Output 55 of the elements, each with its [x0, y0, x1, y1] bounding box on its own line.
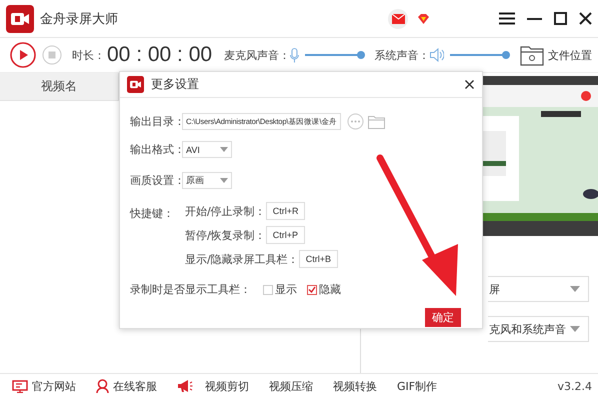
- record-button[interactable]: [10, 42, 36, 68]
- window-title: 金舟录屏大师: [40, 10, 118, 28]
- field-label: 画质设置：: [130, 173, 182, 188]
- volume-label: 系统声音：: [374, 48, 430, 62]
- mail-icon[interactable]: [388, 8, 408, 28]
- speaker-icon: [430, 48, 444, 62]
- footer-link[interactable]: 视频转换: [333, 378, 377, 394]
- duration-label: 时长：: [72, 48, 105, 62]
- dropdown-caret-icon: [220, 147, 228, 152]
- format-dropdown[interactable]: AVI: [182, 141, 232, 158]
- megaphone-icon: [177, 379, 193, 393]
- hotkey-field[interactable]: Ctrl+B: [298, 250, 338, 268]
- confirm-button[interactable]: 确定: [425, 308, 461, 327]
- footer-link[interactable]: 视频剪切: [177, 378, 249, 394]
- checkbox[interactable]: [263, 284, 273, 294]
- person-icon: [96, 379, 109, 393]
- hotkey-label: 显示/隐藏录屏工具栏：: [185, 252, 299, 266]
- volume-label: 麦克风声音：: [224, 48, 290, 62]
- quality-dropdown[interactable]: 原画: [182, 172, 232, 189]
- checkbox-label: 显示: [275, 282, 297, 297]
- checkbox-label: 隐藏: [319, 282, 341, 297]
- dialog-logo: [127, 76, 144, 93]
- dropdown-caret-icon: [570, 286, 580, 292]
- footer-link[interactable]: 视频压缩: [269, 378, 313, 394]
- diamond-icon: [418, 14, 429, 24]
- menu-icon[interactable]: [499, 12, 515, 25]
- dropdown-caret-icon: [220, 178, 228, 183]
- app-logo: [6, 4, 34, 32]
- hotkey-field[interactable]: Ctrl+P: [266, 226, 305, 244]
- dialog-title: 更多设置: [151, 76, 199, 93]
- dropdown[interactable]: 屏: [488, 276, 589, 302]
- field-label: 快捷键：: [130, 206, 175, 221]
- hotkey-field[interactable]: Ctrl+R: [266, 202, 306, 220]
- footer-link[interactable]: 在线客服: [96, 378, 157, 394]
- dropdown-caret-icon: [570, 326, 580, 332]
- file-location-button[interactable]: 文件位置: [520, 44, 592, 66]
- folder-icon: [520, 44, 544, 66]
- close-icon[interactable]: [579, 12, 592, 25]
- field-label: 输出格式：: [130, 142, 182, 157]
- checkbox[interactable]: [307, 284, 317, 294]
- monitor-icon: [12, 380, 28, 392]
- version-label: v3.2.4: [558, 380, 592, 392]
- footer-link[interactable]: GIF制作: [397, 378, 438, 394]
- footer-link[interactable]: 官方网站: [12, 378, 76, 394]
- slider-thumb[interactable]: [502, 51, 510, 59]
- field-label: 输出目录：: [130, 114, 182, 129]
- duration-timer: 00 : 00 : 00: [107, 43, 212, 67]
- close-icon[interactable]: [465, 80, 474, 89]
- hotkey-label: 暂停/恢复录制：: [185, 228, 266, 242]
- dropdown[interactable]: 克风和系统声音: [488, 316, 589, 342]
- field-label: 录制时是否显示工具栏：: [130, 282, 251, 297]
- slider-thumb[interactable]: [356, 51, 365, 59]
- microphone-icon: [290, 48, 300, 62]
- maximize-icon[interactable]: [554, 12, 567, 25]
- hotkey-label: 开始/停止录制：: [185, 204, 266, 218]
